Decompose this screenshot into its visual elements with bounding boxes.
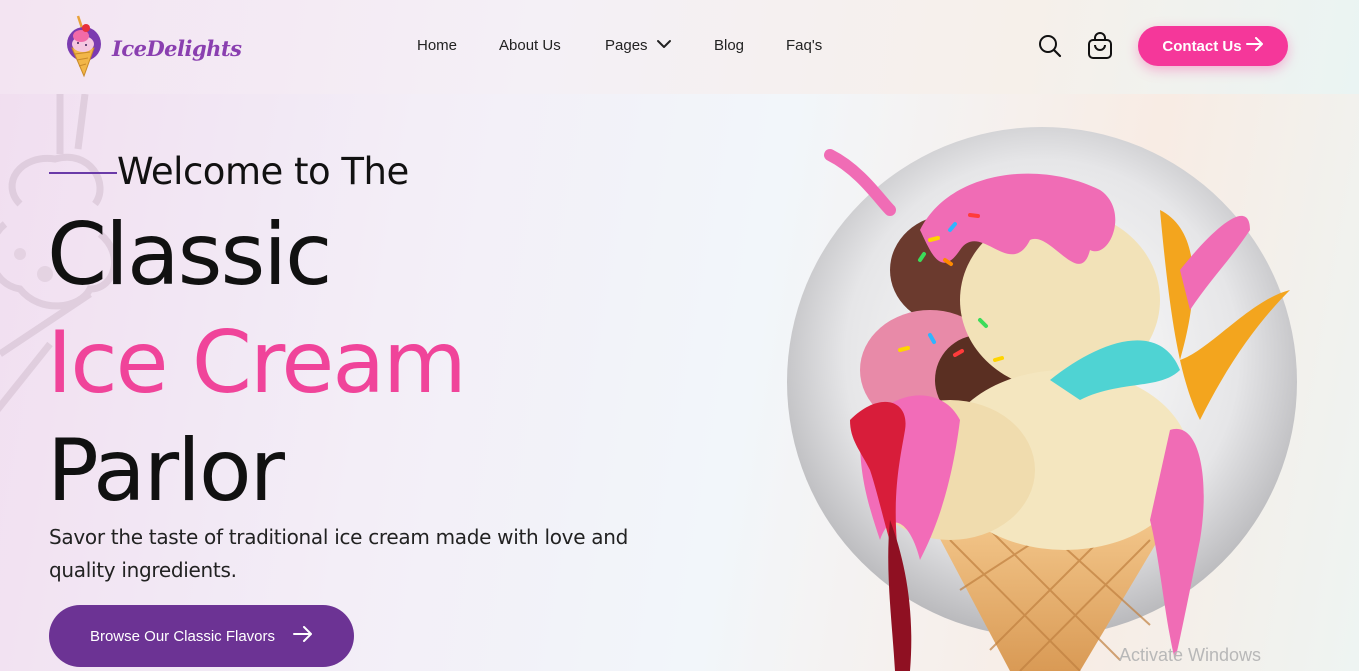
arrow-right-icon: [293, 626, 313, 646]
nav-pages-label: Pages: [605, 37, 648, 54]
hero-title-line-1: Classic: [47, 205, 332, 305]
chevron-down-icon: [656, 37, 672, 54]
hero-title-line-2: Ice Cream: [47, 313, 467, 413]
nav-about-label: About Us: [499, 37, 561, 54]
welcome-text: Welcome to The: [117, 150, 409, 193]
nav-blog[interactable]: Blog: [714, 37, 744, 54]
nav-faqs[interactable]: Faq's: [786, 37, 822, 54]
contact-us-label: Contact Us: [1162, 37, 1242, 55]
contact-us-button[interactable]: Contact Us: [1138, 26, 1288, 66]
logo[interactable]: IceDelights: [60, 14, 242, 83]
nav-pages-dropdown[interactable]: Pages: [605, 37, 672, 54]
logo-text: IceDelights: [112, 36, 242, 61]
welcome-accent-line: [49, 171, 117, 174]
site-header: IceDelights Home About Us Pages Blog Faq…: [0, 0, 1359, 94]
nav-faqs-label: Faq's: [786, 37, 823, 54]
arrow-right-icon: [1245, 37, 1264, 55]
hero-welcome: Welcome to The: [49, 150, 409, 193]
nav-home-label: Home: [417, 37, 458, 54]
activate-windows-watermark: Activate Windows: [1119, 645, 1262, 665]
browse-flavors-label: Browse Our Classic Flavors: [89, 627, 276, 645]
nav-about-us[interactable]: About Us: [499, 37, 561, 54]
browse-flavors-button[interactable]: Browse Our Classic Flavors: [49, 605, 354, 667]
nav-blog-label: Blog: [714, 37, 745, 54]
search-icon[interactable]: [1038, 33, 1062, 64]
nav-home[interactable]: Home: [417, 37, 457, 54]
hero-title-line-3: Parlor: [47, 421, 285, 521]
ice-cream-cone-image: [780, 120, 1320, 671]
shopping-bag-icon[interactable]: [1087, 32, 1113, 65]
ice-cream-logo-icon: [60, 14, 108, 83]
hero-description: Savor the taste of traditional ice cream…: [49, 525, 628, 582]
